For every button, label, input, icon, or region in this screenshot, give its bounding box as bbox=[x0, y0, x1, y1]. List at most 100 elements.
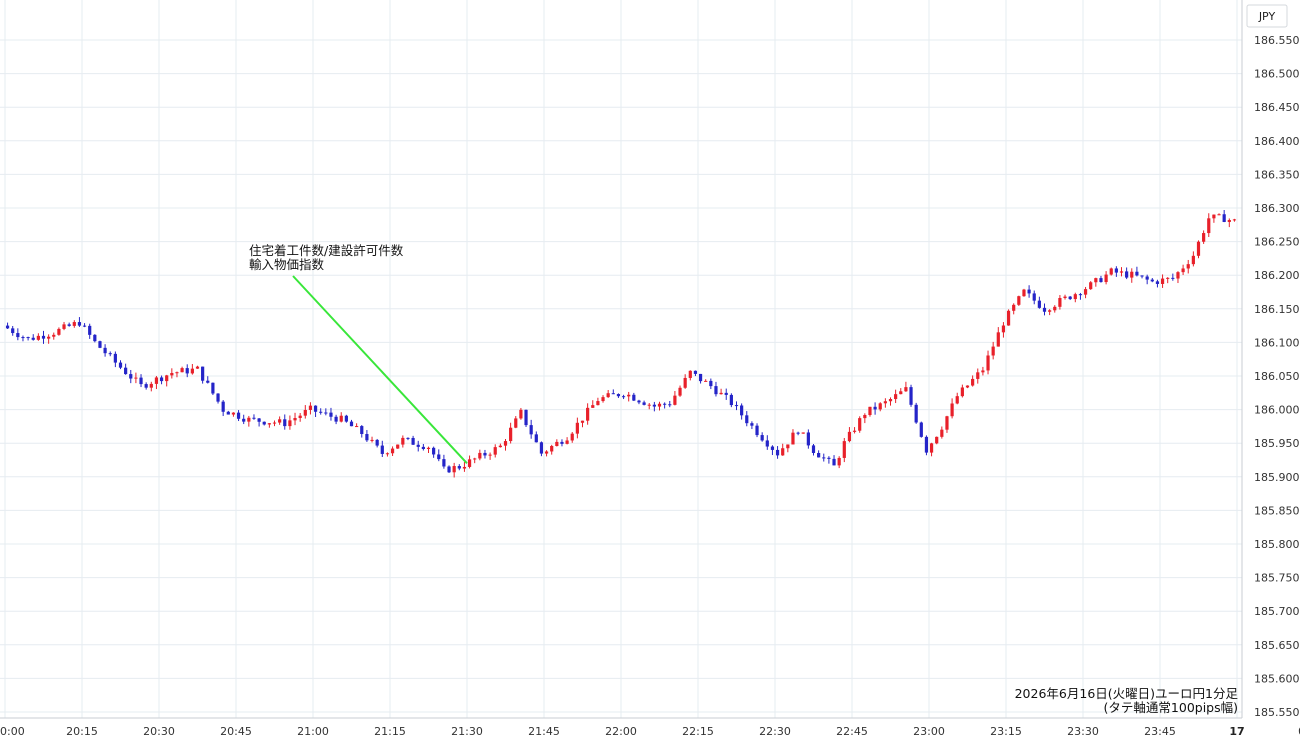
y-tick-label: 186.450 bbox=[1254, 101, 1300, 114]
candlestick-chart: 住宅着工件数/建設許可件数輸入物価指数 186.550 186.500 186.45… bbox=[0, 0, 1300, 738]
candle-down bbox=[124, 367, 128, 375]
candle-down bbox=[914, 404, 918, 423]
candle-up bbox=[339, 415, 343, 422]
candle-up bbox=[858, 418, 862, 431]
candle-up bbox=[165, 375, 169, 382]
candle-down bbox=[416, 444, 420, 447]
candle-down bbox=[349, 421, 354, 427]
candle-up bbox=[385, 453, 390, 455]
candle-up bbox=[888, 399, 893, 402]
candle-up bbox=[473, 458, 477, 460]
candle-up bbox=[288, 420, 292, 427]
candle-up bbox=[996, 332, 1000, 347]
candle-up bbox=[1191, 255, 1195, 265]
candle-up bbox=[426, 447, 431, 450]
candle-up bbox=[688, 370, 692, 378]
y-tick-label: 186.350 bbox=[1254, 168, 1300, 181]
candle-down bbox=[714, 386, 718, 395]
candle-down bbox=[1068, 296, 1072, 300]
candle-up bbox=[36, 335, 40, 340]
candle-down bbox=[457, 466, 461, 469]
candle-down bbox=[98, 341, 102, 348]
candle-up bbox=[847, 431, 852, 442]
footer-line-1: 2026年6月16日(火曜日)ユーロ円1分足 bbox=[1015, 686, 1239, 701]
candle-down bbox=[822, 457, 826, 459]
y-tick-label: 186.550 bbox=[1254, 34, 1300, 47]
candle-down bbox=[1222, 214, 1226, 222]
candle-down bbox=[709, 380, 713, 387]
candle-down bbox=[442, 459, 446, 467]
candle-up bbox=[1006, 310, 1011, 326]
candle-up bbox=[267, 423, 271, 425]
candle-up bbox=[940, 429, 944, 437]
candle-down bbox=[755, 425, 759, 436]
candle-down bbox=[221, 401, 225, 412]
candle-down bbox=[817, 452, 821, 458]
candle-up bbox=[498, 445, 502, 448]
candle-down bbox=[1140, 275, 1144, 277]
candle-down bbox=[1037, 300, 1041, 308]
candle-up bbox=[170, 372, 174, 376]
candle-up bbox=[57, 328, 61, 335]
candle-up bbox=[180, 368, 184, 373]
y-tick-label: 186.100 bbox=[1254, 336, 1300, 349]
candle-up bbox=[683, 377, 687, 388]
candle-down bbox=[41, 335, 46, 339]
candle-down bbox=[226, 411, 230, 415]
candle-up bbox=[935, 436, 939, 444]
candle-down bbox=[1032, 293, 1036, 301]
candle-down bbox=[5, 325, 10, 329]
candle-up bbox=[452, 466, 456, 473]
candle-down bbox=[765, 440, 769, 447]
candle-up bbox=[514, 418, 518, 428]
x-tick-label: 23:00 bbox=[913, 725, 945, 738]
time-axis: 0:00 20:15 20:30 20:45 21:00 21:15 21:30 21:45 2… bbox=[0, 725, 1300, 738]
candle-up bbox=[719, 392, 723, 395]
candle-up bbox=[519, 409, 523, 419]
candle-down bbox=[616, 394, 621, 397]
candle-down bbox=[11, 328, 15, 334]
candle-up bbox=[929, 443, 934, 453]
price-axis: 186.550 186.500 186.450 186.400 186.350 186.3… bbox=[1254, 34, 1300, 719]
candle-down bbox=[447, 466, 451, 473]
candle-down bbox=[365, 434, 369, 441]
x-tick-label: 23:45 bbox=[1144, 725, 1176, 738]
event-annotation-text: 住宅着工件数/建設許可件数 bbox=[249, 243, 404, 258]
candle-up bbox=[899, 391, 903, 395]
candle-up bbox=[801, 432, 805, 434]
candle-up bbox=[883, 401, 887, 404]
candle-up bbox=[991, 346, 995, 356]
candle-down bbox=[806, 432, 810, 446]
candle-down bbox=[642, 402, 646, 405]
candle-down bbox=[360, 426, 364, 435]
candle-up bbox=[62, 324, 66, 329]
candle-up bbox=[986, 355, 990, 371]
x-tick-label: 20:15 bbox=[66, 725, 98, 738]
candle-down bbox=[262, 421, 266, 425]
candle-up bbox=[673, 395, 677, 405]
candle-up bbox=[467, 459, 472, 467]
candle-up bbox=[462, 466, 467, 469]
candle-up bbox=[52, 334, 56, 337]
x-tick-label: 21:30 bbox=[451, 725, 483, 738]
candle-down bbox=[919, 422, 923, 437]
y-tick-label: 185.850 bbox=[1254, 504, 1300, 517]
candle-up bbox=[1202, 233, 1206, 242]
candle-down bbox=[252, 417, 256, 419]
candle-up bbox=[580, 420, 585, 423]
candle-up bbox=[298, 415, 302, 418]
candle-down bbox=[82, 325, 87, 327]
candle-up bbox=[950, 403, 954, 417]
candle-up bbox=[1166, 277, 1170, 279]
candle-down bbox=[1145, 276, 1149, 280]
candle-down bbox=[334, 416, 338, 422]
candle-down bbox=[1078, 294, 1083, 296]
candle-down bbox=[637, 400, 641, 403]
candle-up bbox=[1083, 289, 1088, 295]
candle-up bbox=[960, 387, 964, 397]
candle-up bbox=[647, 404, 651, 406]
candle-down bbox=[1171, 277, 1175, 279]
candle-up bbox=[863, 414, 867, 419]
candle-up bbox=[842, 441, 846, 458]
candle-up bbox=[175, 372, 179, 374]
